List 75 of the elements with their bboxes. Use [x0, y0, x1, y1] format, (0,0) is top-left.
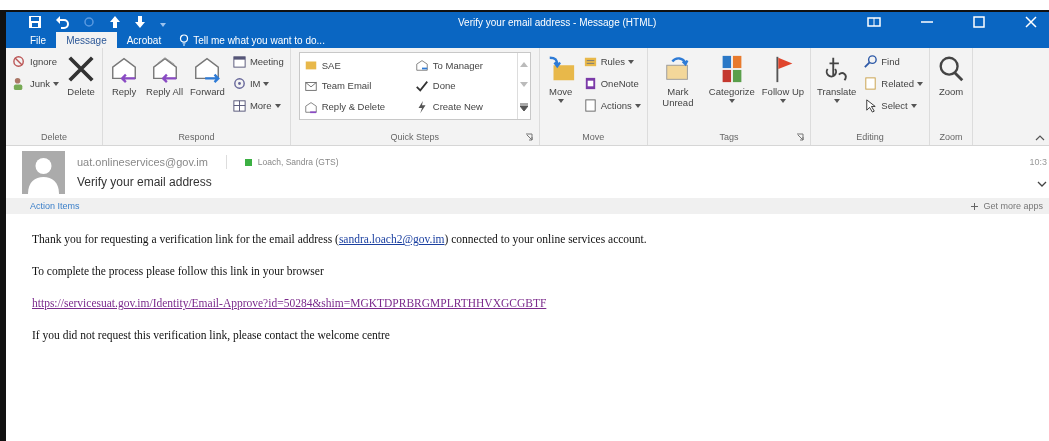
ribbon-button[interactable]: Actions: [580, 96, 643, 115]
recipient-name: Loach, Sandra (GTS): [257, 157, 339, 167]
email-link[interactable]: sandra.loach2@gov.im: [338, 233, 445, 245]
ribbon-button[interactable]: Zoom: [934, 52, 969, 99]
ribbon-button[interactable]: Meeting: [229, 52, 286, 71]
quick-step[interactable]: Reply & Delete: [303, 96, 415, 117]
chat-icon: [231, 76, 247, 91]
group-label: Delete: [41, 132, 68, 142]
quick-step[interactable]: Done: [414, 75, 513, 97]
maximize-icon[interactable]: [973, 16, 985, 28]
verification-link[interactable]: https://servicesuat.gov.im/Identity/Email-Approve?id=50284&shim=MGKTDPRBRGMPLRTHHVXGCGBTF: [32, 297, 547, 309]
redo-icon: [82, 15, 96, 29]
ribbon-button[interactable]: Translate: [815, 52, 859, 105]
undo-icon[interactable]: [55, 15, 69, 29]
quick-step[interactable]: Create New: [414, 96, 513, 117]
ribbon-button[interactable]: Follow Up: [759, 52, 807, 105]
search-icon: [863, 54, 879, 69]
action-items-link[interactable]: Action Items: [30, 201, 80, 211]
quick-step[interactable]: Team Email: [303, 75, 415, 97]
ribbon-button[interactable]: Mark Unread: [651, 52, 704, 110]
message-time: 10:3: [1029, 157, 1047, 167]
quick-step[interactable]: To Manager: [414, 55, 513, 76]
group-label: Editing: [856, 132, 884, 142]
ribbon-tab[interactable]: Acrobat: [116, 32, 172, 48]
group-label: Zoom: [939, 132, 963, 142]
ribbon-button[interactable]: Rules: [580, 52, 643, 71]
group-label: Move: [582, 132, 605, 142]
paragraph: To complete the process please follow this link in your browser: [32, 264, 325, 280]
avatar-icon: [22, 150, 65, 194]
group-label: Tags: [719, 132, 739, 142]
ribbon-button[interactable]: Move: [543, 52, 578, 105]
ribbon-button[interactable]: Reply: [107, 52, 142, 99]
calendar-icon: [231, 54, 247, 69]
group-label: Respond: [178, 132, 215, 142]
sender-address: uat.onlineservices@gov.im: [77, 156, 208, 168]
ribbon-button[interactable]: IM: [229, 74, 286, 93]
window-title: Verify your email address - Message (HTML): [458, 16, 658, 28]
document-icon: [582, 98, 598, 113]
ribbon-button[interactable]: Forward: [188, 52, 227, 99]
ribbon-button[interactable]: Ignore: [10, 52, 62, 71]
ribbon-button[interactable]: Reply All: [144, 52, 186, 99]
ribbon-button[interactable]: Categorize: [706, 52, 757, 105]
paragraph: Thank you for requesting a verification link for the email address (sandra.loach2@gov.im) connected to your online services account.: [32, 232, 648, 248]
check-icon: [414, 79, 429, 93]
plus-icon: [971, 202, 979, 210]
document-icon: [863, 76, 879, 91]
ribbon-button[interactable]: Select: [861, 96, 926, 115]
expand-gallery-icon[interactable]: [519, 103, 528, 112]
save-icon[interactable]: [28, 15, 42, 29]
tell-me-field[interactable]: Tell me what you want to do...: [179, 32, 364, 48]
table-icon: [231, 98, 247, 113]
close-icon[interactable]: [1025, 16, 1037, 28]
up-arrow-icon[interactable]: [109, 15, 121, 29]
ribbon-button[interactable]: Junk: [10, 74, 62, 93]
collapse-ribbon-icon[interactable]: [1035, 135, 1045, 141]
ribbon-button[interactable]: Related: [861, 74, 926, 93]
lightbulb-icon: [179, 34, 190, 46]
message-subject: Verify your email address: [77, 175, 213, 189]
ribbon-button[interactable]: Delete: [64, 52, 99, 99]
ribbon-button[interactable]: Find: [861, 52, 926, 71]
ribbon-tab[interactable]: Message: [56, 32, 117, 48]
paragraph: If you did not request this verification link, please contact the welcome centre: [32, 328, 391, 344]
ribbon-display-icon[interactable]: [867, 17, 881, 27]
chevron-down-icon[interactable]: [1037, 181, 1047, 187]
ribbon-button[interactable]: More: [229, 96, 286, 115]
pointer-icon: [863, 98, 879, 113]
ignore-icon: [12, 54, 27, 69]
quick-step[interactable]: SAE: [303, 55, 415, 76]
dialog-launcher-icon[interactable]: [524, 133, 533, 141]
down-arrow-icon[interactable]: [134, 15, 146, 29]
group-label: Quick Steps: [390, 132, 439, 142]
ribbon-button[interactable]: OneNote: [580, 74, 643, 93]
get-apps-button[interactable]: Get more apps: [971, 201, 1043, 211]
dialog-launcher-icon[interactable]: [796, 133, 805, 141]
ribbon-tab[interactable]: File: [20, 32, 57, 48]
